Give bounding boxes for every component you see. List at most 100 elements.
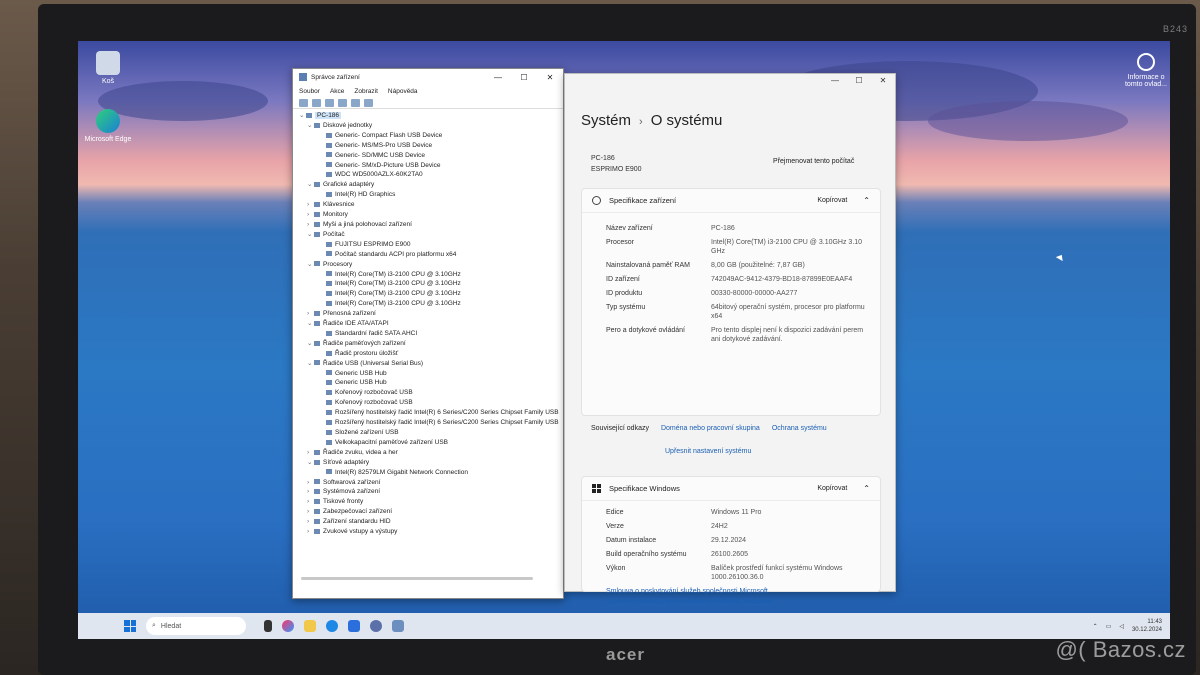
- tree-node[interactable]: Standardní řadič SATA AHCI: [297, 329, 559, 339]
- start-button[interactable]: [124, 620, 136, 632]
- tree-node[interactable]: ⌄ Síťové adaptéry: [297, 458, 559, 468]
- back-icon[interactable]: [299, 98, 308, 107]
- chevron-down-icon[interactable]: ⌄: [307, 458, 313, 468]
- chevron-up-icon[interactable]: ⌃: [1093, 623, 1098, 630]
- chevron-down-icon[interactable]: ⌄: [307, 339, 313, 349]
- tree-node[interactable]: Rozšířený hostitelský řadič Intel(R) 6 S…: [297, 418, 559, 428]
- copy-button[interactable]: Kopírovat: [817, 485, 847, 492]
- chevron-right-icon[interactable]: ›: [307, 478, 313, 488]
- device-spec-header[interactable]: Specifikace zařízení Kopírovat ⌃: [582, 189, 880, 213]
- chevron-right-icon[interactable]: ›: [307, 487, 313, 497]
- taskbar-search[interactable]: ⌕ Hledat: [146, 617, 246, 635]
- desktop-icon-edge[interactable]: Microsoft Edge: [84, 109, 132, 143]
- tree-node[interactable]: ⌄ Řadiče USB (Universal Serial Bus): [297, 359, 559, 369]
- chevron-down-icon[interactable]: ⌄: [307, 121, 313, 131]
- chevron-down-icon[interactable]: ⌄: [307, 359, 313, 369]
- chevron-up-icon[interactable]: ⌃: [863, 196, 870, 205]
- monitor-icon[interactable]: [364, 98, 373, 107]
- tree-node[interactable]: Velkokapacitní paměťové zařízení USB: [297, 438, 559, 448]
- task-view-icon[interactable]: [264, 620, 272, 632]
- chevron-right-icon[interactable]: ›: [307, 220, 313, 230]
- help-icon[interactable]: [338, 98, 347, 107]
- tree-node[interactable]: ⌄ Počítač: [297, 230, 559, 240]
- desktop-icon-info[interactable]: Informace o tomto ovlad...: [1122, 53, 1170, 88]
- volume-icon[interactable]: ◁: [1119, 623, 1124, 630]
- chevron-down-icon[interactable]: ⌄: [307, 319, 313, 329]
- tree-node[interactable]: Generic USB Hub: [297, 378, 559, 388]
- file-explorer-icon[interactable]: [304, 620, 316, 632]
- tree-node[interactable]: › Zvukové vstupy a výstupy: [297, 527, 559, 537]
- chevron-up-icon[interactable]: ⌃: [863, 484, 870, 493]
- ms-services-agreement-link[interactable]: Smlouva o poskytování služeb společnosti…: [582, 586, 880, 597]
- title-bar[interactable]: Správce zařízení — ☐ ✕: [293, 69, 563, 85]
- tree-node[interactable]: Generic USB Hub: [297, 369, 559, 379]
- tree-node[interactable]: Kořenový rozbočovač USB: [297, 398, 559, 408]
- tree-node[interactable]: › Zabezpečovací zařízení: [297, 507, 559, 517]
- chevron-right-icon[interactable]: ›: [307, 200, 313, 210]
- menu-file[interactable]: Soubor: [299, 88, 320, 95]
- store-icon[interactable]: [348, 620, 360, 632]
- chevron-down-icon[interactable]: ⌄: [307, 260, 313, 270]
- network-icon[interactable]: ▭: [1106, 623, 1112, 630]
- tree-node[interactable]: › Klávesnice: [297, 200, 559, 210]
- copy-button[interactable]: Kopírovat: [817, 197, 847, 204]
- horizontal-scrollbar[interactable]: [301, 577, 533, 580]
- tree-node[interactable]: › Zařízení standardu HID: [297, 517, 559, 527]
- chevron-right-icon[interactable]: ›: [307, 309, 313, 319]
- tree-node[interactable]: WDC WD5000AZLX-60K2TA0: [297, 170, 559, 180]
- tree-node[interactable]: Rozšířený hostitelský řadič Intel(R) 6 S…: [297, 408, 559, 418]
- edge-icon[interactable]: [326, 620, 338, 632]
- breadcrumb-parent[interactable]: Systém: [581, 112, 631, 129]
- settings-window[interactable]: — ☐ ✕ Systém › O systému PC-186 ESPRIMO E9…: [564, 73, 896, 606]
- tree-node[interactable]: Intel(R) HD Graphics: [297, 190, 559, 200]
- tree-node[interactable]: Intel(R) Core(TM) i3-2100 CPU @ 3.10GHz: [297, 299, 559, 309]
- tree-node[interactable]: › Systémová zařízení: [297, 487, 559, 497]
- tree-node[interactable]: Řadič prostoru úložišť: [297, 349, 559, 359]
- tree-node[interactable]: Intel(R) 82579LM Gigabit Network Connect…: [297, 468, 559, 478]
- tree-node[interactable]: ⌄ Řadiče paměťových zařízení: [297, 339, 559, 349]
- rename-pc-button[interactable]: Přejmenovat tento počítač: [773, 158, 854, 165]
- tree-node[interactable]: Složené zařízení USB: [297, 428, 559, 438]
- chevron-right-icon[interactable]: ›: [307, 507, 313, 517]
- tree-node[interactable]: Generic- SM/xD-Picture USB Device: [297, 161, 559, 171]
- tree-node[interactable]: ⌄ PC-186: [297, 111, 559, 121]
- tree-node[interactable]: Kořenový rozbočovač USB: [297, 388, 559, 398]
- settings-gear-icon[interactable]: [370, 620, 382, 632]
- tree-node[interactable]: Intel(R) Core(TM) i3-2100 CPU @ 3.10GHz: [297, 279, 559, 289]
- close-button[interactable]: ✕: [537, 73, 563, 82]
- tree-node[interactable]: ⌄ Řadiče IDE ATA/ATAPI: [297, 319, 559, 329]
- chevron-right-icon[interactable]: ›: [307, 448, 313, 458]
- chevron-down-icon[interactable]: ⌄: [299, 111, 305, 121]
- maximize-button[interactable]: ☐: [511, 73, 537, 82]
- close-button[interactable]: ✕: [871, 74, 895, 88]
- clock[interactable]: 11:43 30.12.2024: [1132, 618, 1162, 634]
- system-protection-link[interactable]: Ochrana systému: [772, 425, 827, 432]
- tree-node[interactable]: Počítač standardu ACPI pro platformu x64: [297, 250, 559, 260]
- tree-node[interactable]: Generic- Compact Flash USB Device: [297, 131, 559, 141]
- menu-view[interactable]: Zobrazit: [354, 88, 377, 95]
- windows-spec-header[interactable]: Specifikace Windows Kopírovat ⌃: [582, 477, 880, 501]
- tree-node[interactable]: ⌄ Procesory: [297, 260, 559, 270]
- menu-help[interactable]: Nápověda: [388, 88, 418, 95]
- ms-license-terms-link[interactable]: Licenční podmínky pro software společnos…: [582, 597, 880, 608]
- tree-node[interactable]: › Monitory: [297, 210, 559, 220]
- tree-node[interactable]: ⌄ Diskové jednotky: [297, 121, 559, 131]
- chevron-down-icon[interactable]: ⌄: [307, 180, 313, 190]
- chevron-right-icon[interactable]: ›: [307, 517, 313, 527]
- tree-node[interactable]: Intel(R) Core(TM) i3-2100 CPU @ 3.10GHz: [297, 289, 559, 299]
- advanced-settings-link[interactable]: Upřesnit nastavení systému: [665, 448, 751, 455]
- chevron-right-icon[interactable]: ›: [307, 527, 313, 537]
- tree-node[interactable]: Generic- MS/MS-Pro USB Device: [297, 141, 559, 151]
- tree-node[interactable]: › Řadiče zvuku, videa a her: [297, 448, 559, 458]
- properties-icon[interactable]: [325, 98, 334, 107]
- copilot-icon[interactable]: [282, 620, 294, 632]
- device-manager-icon[interactable]: [392, 620, 404, 632]
- device-manager-window[interactable]: Správce zařízení — ☐ ✕ Soubor Akce Zobra…: [292, 68, 564, 599]
- tree-node[interactable]: Intel(R) Core(TM) i3-2100 CPU @ 3.10GHz: [297, 270, 559, 280]
- tree-node[interactable]: › Softwarová zařízení: [297, 478, 559, 488]
- minimize-button[interactable]: —: [485, 73, 511, 82]
- chevron-right-icon[interactable]: ›: [307, 497, 313, 507]
- scan-hardware-icon[interactable]: [351, 98, 360, 107]
- tree-node[interactable]: › Přenosná zařízení: [297, 309, 559, 319]
- desktop-icon-recycle-bin[interactable]: Koš: [84, 51, 132, 85]
